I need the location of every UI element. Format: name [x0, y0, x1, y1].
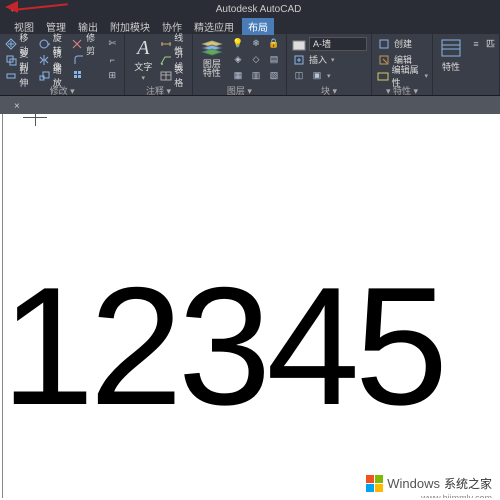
ribbon: 移动 复制 拉伸 旋转 镜像	[0, 34, 500, 96]
drawing-canvas[interactable]: 12345 Windows 系统之家 www.bjjmmlv.com	[2, 114, 500, 498]
modify-extra-1-icon[interactable]: ✄	[104, 36, 120, 52]
linear-dim-icon[interactable]	[160, 36, 172, 52]
stretch-icon[interactable]	[4, 68, 17, 84]
app-title: Autodesk AutoCAD	[216, 4, 302, 15]
panel-block: 插入 ▾ ◫ ▣ ▾ 块 ▾	[287, 34, 372, 95]
properties-icon	[439, 37, 463, 59]
text-button[interactable]: A 文字 ▾	[129, 36, 157, 83]
rotate-icon[interactable]	[37, 36, 50, 52]
title-bar: ▾ Autodesk AutoCAD	[0, 0, 500, 18]
insert-label: 插入	[309, 53, 327, 66]
panel-annotation: A 文字 ▾ 线性 引线 表格 注释 ▾	[125, 34, 193, 95]
edit-block-icon[interactable]	[376, 52, 392, 68]
layer-misc2-icon[interactable]: ◇	[248, 52, 264, 68]
tab-close-button[interactable]: ×	[8, 99, 26, 114]
text-icon: A	[131, 37, 155, 59]
block-misc1-icon[interactable]: ◫	[291, 68, 307, 84]
create-block-icon[interactable]	[376, 36, 392, 52]
layer-props-label: 图层 特性	[199, 60, 225, 78]
layer-misc1-icon[interactable]: ◈	[230, 52, 246, 68]
mirror-icon[interactable]	[37, 52, 50, 68]
layer-freeze-icon[interactable]: ❄	[248, 36, 264, 52]
drawing-text-content: 12345	[2, 250, 443, 443]
panel-properties: 特性 ≡匹	[433, 34, 500, 95]
modify-extra-3-icon[interactable]: ⊞	[104, 68, 120, 84]
panel-layer: 图层 特性 💡❄🔒 ◈◇▤ ▦▥▧ 图层 ▾	[193, 34, 287, 95]
panel-block-edit: 创建 编辑 编辑属性 ▾ ▾ 特性 ▾	[372, 34, 433, 95]
windows-logo-icon	[366, 475, 383, 492]
block-misc2-icon[interactable]: ▣	[309, 68, 325, 84]
annotation-arrow	[5, 2, 75, 16]
layer-lock-icon[interactable]: 🔒	[266, 36, 282, 52]
panel-props-label[interactable]: ▾ 特性 ▾	[376, 83, 428, 97]
block-preview-icon	[291, 36, 307, 52]
insert-icon[interactable]	[291, 52, 307, 68]
crosshair-horizontal	[23, 117, 47, 118]
watermark-site: 系统之家	[444, 475, 492, 492]
layer-misc3-icon[interactable]: ▤	[266, 52, 282, 68]
properties-button[interactable]: 特性	[437, 36, 465, 74]
scale-icon[interactable]	[37, 68, 50, 84]
crosshair-vertical	[35, 114, 36, 126]
edit-attr-icon[interactable]	[376, 68, 390, 84]
modify-extra-2-icon[interactable]: ⌐	[104, 52, 120, 68]
layer-misc5-icon[interactable]: ▥	[248, 68, 264, 84]
match-props-icon[interactable]: ≡	[468, 36, 484, 52]
table-icon[interactable]	[160, 68, 172, 84]
move-icon[interactable]	[4, 36, 17, 52]
leader-icon[interactable]	[160, 52, 172, 68]
layer-props-button[interactable]: 图层 特性	[197, 36, 227, 79]
properties-label: 特性	[442, 60, 460, 73]
create-label: 创建	[394, 37, 412, 50]
document-tab-bar: ×	[0, 96, 500, 114]
tab-addons[interactable]: 附加模块	[106, 19, 154, 34]
panel-modify-label[interactable]: 修改 ▾	[4, 83, 120, 97]
watermark-url: www.bjjmmlv.com	[421, 493, 492, 498]
panel-annotation-label[interactable]: 注释 ▾	[129, 83, 188, 97]
fillet-icon[interactable]	[71, 52, 87, 68]
panel-block-label[interactable]: 块 ▾	[291, 83, 367, 97]
trim-icon[interactable]	[71, 36, 84, 52]
watermark-brand: Windows	[387, 476, 440, 491]
panel-layer-label[interactable]: 图层 ▾	[197, 83, 282, 97]
block-name-dropdown[interactable]	[309, 37, 367, 51]
text-label: 文字	[134, 60, 152, 73]
watermark: Windows 系统之家	[366, 475, 492, 492]
panel-modify: 移动 复制 拉伸 旋转 镜像	[0, 34, 125, 95]
tab-layout[interactable]: 布局	[242, 18, 274, 35]
layer-bulb-icon[interactable]: 💡	[230, 36, 246, 52]
layer-misc6-icon[interactable]: ▧	[266, 68, 282, 84]
array-icon[interactable]	[71, 68, 87, 84]
match-label: 匹	[486, 37, 495, 50]
ribbon-tabs: 视图 管理 输出 附加模块 协作 精选应用 布局	[0, 18, 500, 34]
tab-featured[interactable]: 精选应用	[190, 19, 238, 34]
copy-icon[interactable]	[4, 52, 17, 68]
layer-misc4-icon[interactable]: ▦	[230, 68, 246, 84]
layer-props-icon	[200, 37, 224, 59]
